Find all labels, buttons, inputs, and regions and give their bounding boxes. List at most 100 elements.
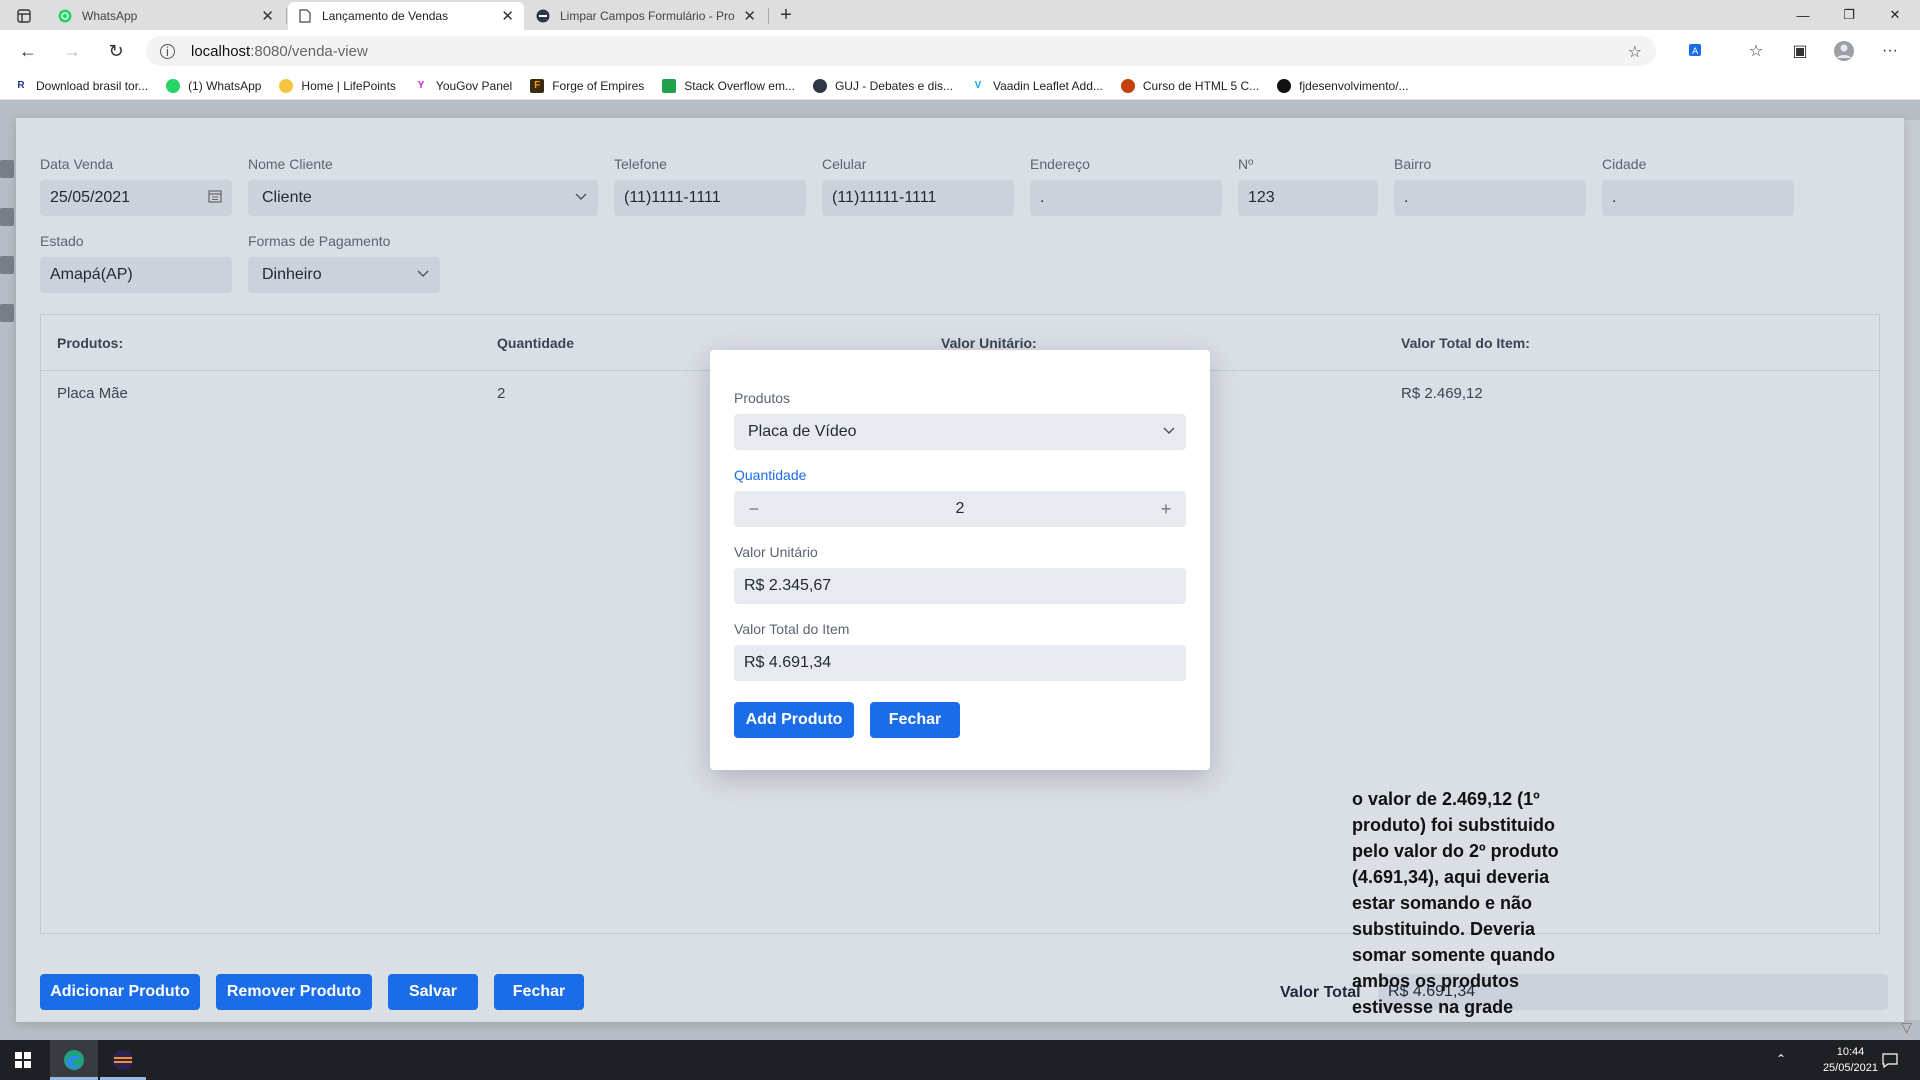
numero-input[interactable]: 123 [1238,180,1378,216]
taskbar: ⌃ 10:44 25/05/2021 [0,1040,1920,1080]
cidade-input[interactable]: . [1602,180,1794,216]
chevron-up-icon[interactable]: ⌃ [1776,1052,1786,1066]
windows-start-icon[interactable] [0,1040,46,1080]
whatsapp-icon [58,9,72,23]
close-window-icon[interactable]: ✕ [1872,0,1918,30]
tab-title: Lançamento de Vendas [322,9,449,23]
bookmark-item[interactable]: F Forge of Empires [530,78,644,93]
url-field[interactable]: i localhost:8080/venda-view ☆ [146,36,1656,66]
url-path: :8080/venda-view [250,42,368,60]
favorite-add-icon[interactable]: ☆ [1628,42,1642,62]
bookmark-item[interactable]: Y YouGov Panel [413,78,512,93]
data-venda-input[interactable]: 25/05/2021 [40,180,232,216]
produtos-select[interactable]: Placa de Vídeo [734,414,1186,450]
grid-header-cell[interactable]: Produtos: [57,335,123,351]
yougov-icon: Y [413,78,428,93]
annotation-note: o valor de 2.469,12 (1º produto) foi sub… [1352,789,1559,1017]
bairro-input[interactable]: . [1394,180,1586,216]
tab-divider [768,8,769,24]
modal-fechar-button[interactable]: Fechar [870,702,960,738]
bookmark-item[interactable]: (1) WhatsApp [166,78,261,93]
bookmarks-bar: R Download brasil tor... (1) WhatsApp Hom… [0,72,1920,100]
celular-input[interactable]: (11)11111-1111 [822,180,1014,216]
address-toolbar: ← → ↻ i localhost:8080/venda-view ☆ A ☆ … [0,30,1920,72]
tab-lancamento-vendas[interactable]: Lançamento de Vendas ✕ [288,2,524,30]
endereco-input[interactable]: . [1030,180,1222,216]
fechar-button[interactable]: Fechar [494,974,584,1010]
bookmark-item[interactable]: Stack Overflow em... [662,78,795,93]
site-icon [536,9,550,23]
quantidade-stepper[interactable]: − 2 + [734,491,1186,527]
html-course-icon [1120,78,1135,93]
chevron-down-icon[interactable] [574,189,588,206]
endereco-field: Endereço . [1030,156,1222,216]
system-clock[interactable]: 10:44 25/05/2021 [1823,1044,1878,1076]
bookmark-item[interactable]: Curso de HTML 5 C... [1120,78,1259,93]
back-icon[interactable]: ← [14,38,42,64]
forward-icon[interactable]: → [58,38,86,64]
bookmark-item[interactable]: R Download brasil tor... [14,78,148,93]
close-icon[interactable]: ✕ [261,7,274,25]
salvar-button[interactable]: Salvar [388,974,478,1010]
valor-total-item-input[interactable]: R$ 4.691,34 [734,645,1186,681]
collections-icon[interactable]: ▣ [1788,40,1812,62]
telefone-field: Telefone (11)1111-1111 [614,156,806,216]
telefone-input[interactable]: (11)1111-1111 [614,180,806,216]
new-tab-icon[interactable]: + [772,2,800,28]
quantidade-field: Quantidade − 2 + [734,467,1186,527]
remover-produto-button[interactable]: Remover Produto [216,974,372,1010]
minimize-icon[interactable]: — [1780,0,1826,30]
grid-header-cell[interactable]: Quantidade [497,335,574,351]
lifepoints-icon [279,78,294,93]
eclipse-ide-icon[interactable] [100,1040,146,1080]
menu-more-icon[interactable]: ··· [1878,40,1902,62]
edge-browser-icon[interactable] [50,1040,98,1080]
page-icon [298,9,312,23]
grid-header-cell[interactable]: Valor Total do Item: [1401,335,1530,351]
valor-total-item-field: Valor Total do Item R$ 4.691,34 [734,621,1186,681]
close-icon[interactable]: ✕ [743,7,756,25]
adicionar-produto-button[interactable]: Adicionar Produto [40,974,200,1010]
bookmark-item[interactable]: Home | LifePoints [279,78,396,93]
tab-whatsapp[interactable]: WhatsApp ✕ [48,2,284,30]
reload-icon[interactable]: ↻ [102,38,130,64]
vaadin-icon: V [971,78,986,93]
add-produto-button[interactable]: Add Produto [734,702,854,738]
github-icon [1277,78,1292,93]
svg-text:A: A [1692,47,1699,57]
pagamento-field: Formas de Pagamento Dinheiro [248,233,440,293]
translate-icon[interactable]: A [1684,40,1708,62]
close-icon[interactable]: ✕ [501,7,514,25]
notification-icon[interactable] [1882,1052,1898,1071]
chevron-down-icon[interactable] [416,266,430,283]
background-sidebar [0,160,16,440]
favorites-icon[interactable]: ☆ [1744,40,1768,62]
valor-unitario-input[interactable]: R$ 2.345,67 [734,568,1186,604]
plus-icon[interactable]: + [1156,499,1176,520]
calendar-icon[interactable] [208,189,222,206]
grid-header-cell[interactable]: Valor Unitário: [941,335,1037,351]
tab-limpar-campos[interactable]: Limpar Campos Formulário - Pro ✕ [526,2,766,30]
restore-icon[interactable]: ❐ [1826,0,1872,30]
estado-input[interactable]: Amapá(AP) [40,257,232,293]
pagamento-select[interactable]: Dinheiro [248,257,440,293]
whatsapp-icon [166,78,181,93]
tab-divider [286,8,287,24]
nome-cliente-field: Nome Cliente Cliente [248,156,598,216]
bookmark-item[interactable]: GUJ - Debates e dis... [812,78,953,93]
add-product-dialog: Produtos Placa de Vídeo Quantidade − 2 +… [710,350,1210,770]
page-viewport: Data Venda 25/05/2021 Nome Cliente Clien… [0,100,1920,1040]
chevron-down-icon[interactable] [1162,423,1176,440]
grid-cell-valor-total: R$ 2.469,12 [1401,385,1483,402]
browser-tab-bar: WhatsApp ✕ Lançamento de Vendas ✕ Limpar… [0,0,1920,30]
filter-icon[interactable]: ▽ [1901,1019,1912,1036]
page-scrollbar[interactable] [1902,120,1920,1020]
bairro-field: Bairro . [1394,156,1586,216]
tab-actions-icon[interactable] [10,6,38,26]
nome-cliente-select[interactable]: Cliente [248,180,598,216]
bookmark-item[interactable]: fjdesenvolvimento/... [1277,78,1409,93]
info-icon[interactable]: i [160,43,175,59]
profile-avatar[interactable] [1832,40,1856,62]
bookmark-item[interactable]: V Vaadin Leaflet Add... [971,78,1103,93]
minus-icon[interactable]: − [744,499,764,520]
